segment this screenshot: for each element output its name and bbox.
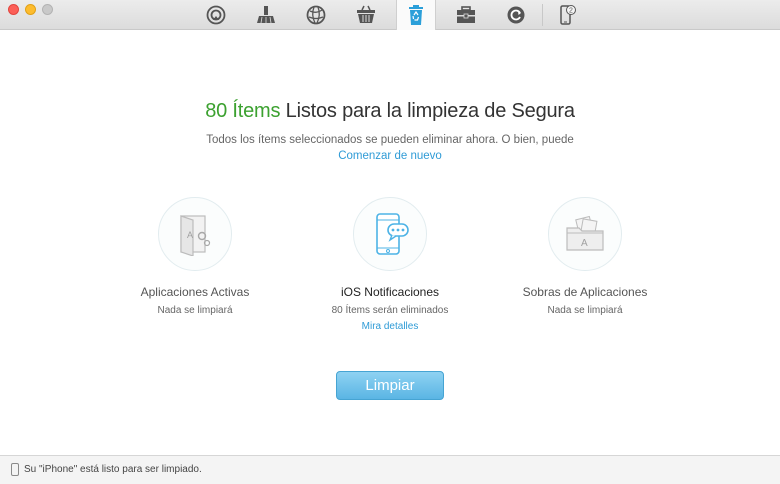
card-title: Aplicaciones Activas [140, 285, 250, 299]
basket-icon [357, 5, 375, 23]
tool-privacy[interactable] [396, 0, 436, 30]
card-note: Nada se limpiará [157, 305, 233, 316]
status-bar: Su "iPhone" está listo para ser limpiado… [0, 455, 780, 484]
toolbar-separator [542, 4, 543, 26]
tool-backup[interactable] [497, 0, 535, 30]
restart-link[interactable]: Comenzar de nuevo [0, 150, 780, 162]
phone-icon [11, 463, 19, 476]
window-controls [8, 4, 53, 15]
broom-icon [257, 6, 275, 24]
card-title: iOS Notificaciones [340, 285, 440, 299]
card-note: 80 Ítems serán eliminados [331, 305, 449, 316]
title-text: Listos para la limpieza de Segura [280, 100, 575, 122]
minimize-window-button[interactable] [25, 4, 36, 15]
svg-text:A: A [187, 230, 193, 240]
recycle-bin-icon [409, 5, 423, 25]
card-app-leftovers[interactable]: A Sobras de Aplicaciones Nada se limpiar… [485, 197, 685, 319]
card-ios-notifications[interactable]: iOS Notificaciones 80 Ítems serán elimin… [290, 197, 490, 332]
card-title: Sobras de Aplicaciones [522, 285, 648, 299]
tool-junk[interactable] [347, 0, 385, 30]
phone-badge-icon: 2 [560, 5, 576, 25]
toolbar: 2 [0, 0, 780, 30]
app-door-icon: A [180, 215, 211, 256]
folder-apps-icon: A [566, 215, 604, 251]
globe-icon [306, 5, 326, 25]
card-icon-circle [353, 197, 427, 271]
card-icon-circle: A [158, 197, 232, 271]
device-count-badge: 2 [569, 8, 573, 15]
tool-device[interactable]: 2 [548, 0, 586, 30]
airplay-backup-icon [206, 5, 226, 25]
clean-button[interactable]: Limpiar [336, 371, 444, 400]
toolbox-icon [457, 6, 475, 23]
tool-airbackup[interactable] [197, 0, 235, 30]
tool-internet[interactable] [297, 0, 335, 30]
status-text: Su "iPhone" está listo para ser limpiado… [24, 464, 202, 475]
view-details-link[interactable]: Mira detalles [290, 321, 490, 332]
page-title: 80 Ítems Listos para la limpieza de Segu… [0, 100, 780, 123]
refresh-icon [507, 6, 525, 24]
subtitle: Todos los ítems seleccionados se pueden … [206, 134, 574, 146]
tool-clean[interactable] [247, 0, 285, 30]
svg-text:A: A [581, 238, 588, 249]
card-active-apps[interactable]: A Aplicaciones Activas Nada se limpiará [95, 197, 295, 319]
card-note: Nada se limpiará [547, 305, 623, 316]
card-icon-circle: A [548, 197, 622, 271]
zoom-window-button[interactable] [42, 4, 53, 15]
close-window-button[interactable] [8, 4, 19, 15]
phone-chat-icon [376, 213, 409, 255]
tool-toolbox[interactable] [447, 0, 485, 30]
item-count: 80 Ítems [205, 100, 281, 122]
